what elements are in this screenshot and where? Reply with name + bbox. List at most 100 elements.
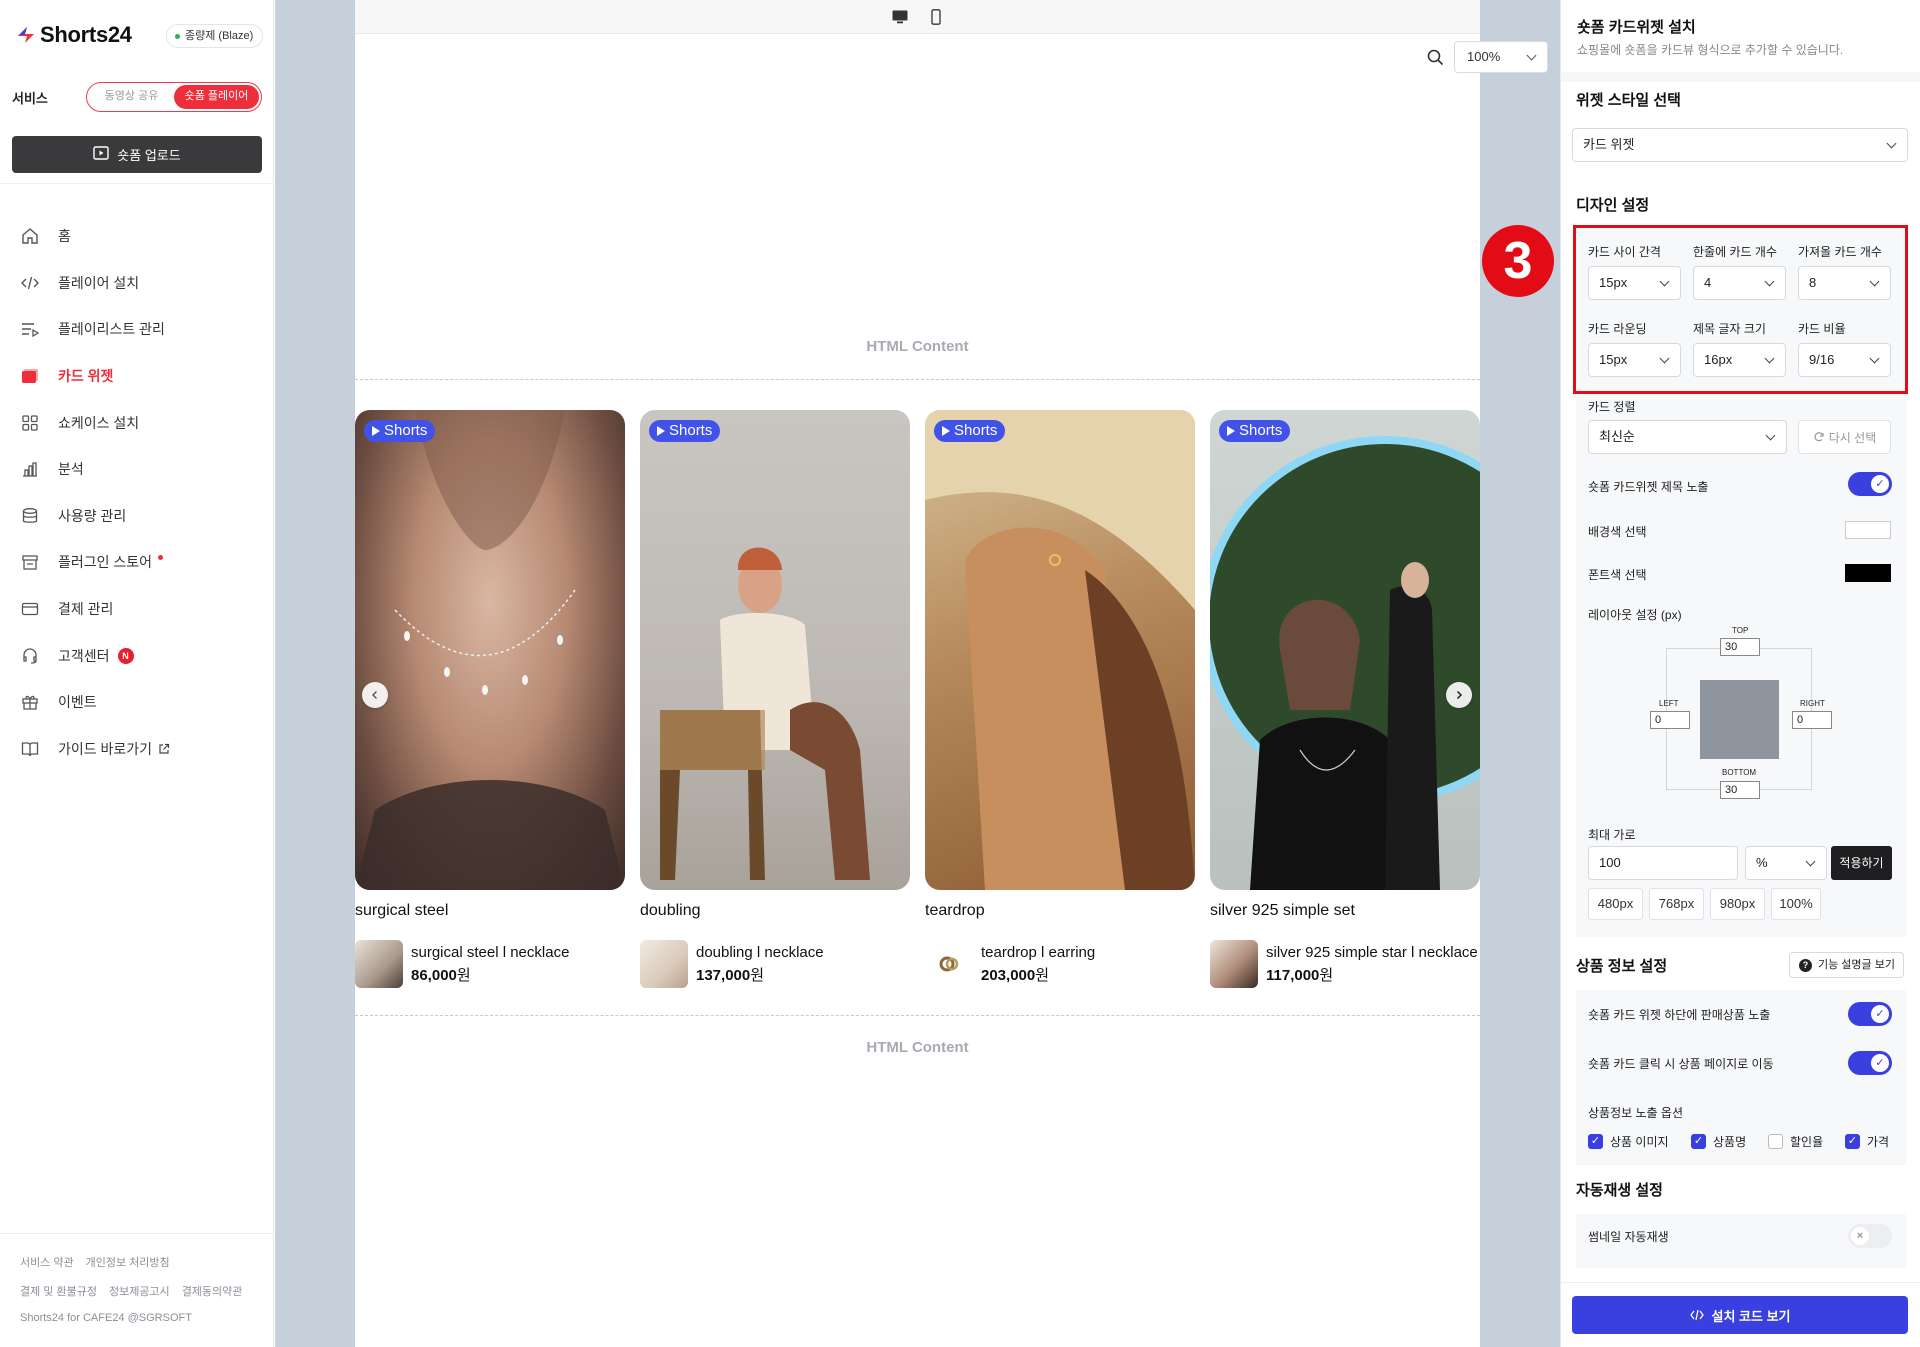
nav-item-usage[interactable]: 사용량 관리	[0, 493, 274, 540]
layout-right-label: RIGHT	[1800, 699, 1825, 708]
product-info-heading: 상품 정보 설정	[1576, 958, 1668, 975]
layout-bottom-input[interactable]: 30	[1720, 781, 1760, 799]
reset-sort-button[interactable]: 다시 선택	[1798, 420, 1891, 454]
carousel-prev-button[interactable]	[362, 682, 388, 708]
product-name: doubling l necklace	[696, 943, 824, 961]
footer-link-terms[interactable]: 서비스 약관	[20, 1254, 74, 1270]
store-icon	[20, 552, 40, 572]
service-label: 서비스	[12, 90, 48, 106]
price-currency: 원	[1319, 966, 1334, 984]
nav-item-home[interactable]: 홈	[0, 213, 274, 260]
card-title: surgical steel	[355, 902, 449, 919]
carousel-next-button[interactable]	[1446, 682, 1472, 708]
card-sort-select[interactable]: 최신순	[1588, 420, 1787, 454]
link-product-toggle[interactable]	[1848, 1051, 1892, 1075]
shorts-card[interactable]: Shorts doubling doubling l necklace 137,…	[640, 410, 910, 988]
card-product[interactable]: doubling l necklace 137,000원	[640, 940, 910, 988]
option-price[interactable]: ✓ 가격	[1845, 1133, 1889, 1150]
price-amount: 86,000	[411, 966, 457, 984]
layout-right-input[interactable]: 0	[1792, 711, 1832, 729]
shorts-card[interactable]: Shorts silver 925 simple set silver 925 …	[1210, 410, 1480, 988]
max-width-input[interactable]: 100	[1588, 846, 1738, 880]
product-price: 117,000원	[1266, 964, 1478, 985]
card-product[interactable]: surgical steel l necklace 86,000원	[355, 940, 625, 988]
shorts-card[interactable]: Shorts surgical steel surgical steel l n…	[355, 410, 625, 988]
max-width-unit-select[interactable]: %	[1745, 846, 1827, 880]
card-thumbnail[interactable]: Shorts	[640, 410, 910, 890]
book-icon	[20, 739, 40, 759]
headset-icon	[20, 646, 40, 666]
upload-shortform-button[interactable]: 숏폼 업로드	[12, 136, 262, 173]
nav-item-card-widget[interactable]: 카드 위젯	[0, 353, 274, 400]
price-currency: 원	[1035, 966, 1050, 984]
nav-item-showcase[interactable]: 쇼케이스 설치	[0, 399, 274, 446]
widget-style-select[interactable]: 카드 위젯	[1572, 128, 1908, 162]
layout-left-input[interactable]: 0	[1650, 711, 1690, 729]
zoom-controls: 100%	[1427, 41, 1548, 73]
option-product-image[interactable]: ✓ 상품 이미지	[1588, 1133, 1669, 1150]
footer-link-refund[interactable]: 결제 및 환불규정	[20, 1283, 97, 1299]
view-install-code-button[interactable]: 설치 코드 보기	[1572, 1296, 1908, 1334]
upload-button-label: 숏폼 업로드	[117, 148, 181, 163]
divider	[1560, 1282, 1920, 1283]
card-product[interactable]: teardrop l earring 203,000원	[925, 940, 1195, 988]
card-thumbnail[interactable]: Shorts	[1210, 410, 1480, 890]
apply-button[interactable]: 적용하기	[1831, 846, 1892, 880]
footer-link-payment-terms[interactable]: 결제동의약관	[182, 1283, 243, 1299]
nav-item-playlist[interactable]: 플레이리스트 관리	[0, 306, 274, 353]
card-thumbnail[interactable]: Shorts	[355, 410, 625, 890]
shorts-card[interactable]: Shorts teardrop teardrop l earring 203,0…	[925, 410, 1195, 988]
nav-item-billing[interactable]: 결제 관리	[0, 586, 274, 633]
layout-top-input[interactable]: 30	[1720, 638, 1760, 656]
widget-style-heading: 위젯 스타일 선택	[1576, 92, 1681, 109]
search-icon[interactable]	[1427, 49, 1444, 66]
preset-100-percent[interactable]: 100%	[1771, 888, 1821, 920]
nav-item-guide[interactable]: 가이드 바로가기	[0, 726, 274, 773]
font-color-swatch[interactable]	[1845, 564, 1891, 582]
card-thumbnail[interactable]: Shorts	[925, 410, 1195, 890]
card-product[interactable]: silver 925 simple star l necklace 117,00…	[1210, 940, 1480, 988]
option-product-name[interactable]: ✓ 상품명	[1691, 1133, 1746, 1150]
panel-subtitle: 쇼핑몰에 숏폼을 카드뷰 형식으로 추가할 수 있습니다.	[1577, 43, 1844, 57]
reset-sort-label: 다시 선택	[1828, 430, 1877, 445]
service-option-video-share[interactable]: 동영상 공유	[89, 85, 174, 109]
nav-item-support[interactable]: 고객센터 N	[0, 632, 274, 679]
desktop-icon[interactable]	[891, 8, 909, 26]
mobile-icon[interactable]	[927, 8, 945, 26]
layout-settings-label: 레이아웃 설정 (px)	[1588, 608, 1682, 622]
shorts-tag: Shorts	[364, 420, 436, 442]
layout-left-label: LEFT	[1659, 699, 1679, 708]
footer-link-info[interactable]: 정보제공고시	[109, 1283, 170, 1299]
show-products-label: 숏폼 카드 위젯 하단에 판매상품 노출	[1588, 1008, 1771, 1022]
service-option-shortform-player[interactable]: 숏폼 플레이어	[174, 85, 259, 109]
video-upload-icon	[93, 146, 109, 163]
option-discount-rate[interactable]: 할인율	[1768, 1133, 1823, 1150]
preset-480[interactable]: 480px	[1588, 888, 1643, 920]
show-products-toggle[interactable]	[1848, 1002, 1892, 1026]
nav-item-analytics[interactable]: 분석	[0, 446, 274, 493]
logo[interactable]: Shorts24	[16, 22, 132, 48]
nav-item-player-install[interactable]: 플레이어 설치	[0, 260, 274, 307]
option-label: 가격	[1867, 1135, 1890, 1149]
preset-980[interactable]: 980px	[1710, 888, 1765, 920]
card-widget-icon	[20, 366, 40, 386]
zoom-select[interactable]: 100%	[1454, 41, 1548, 73]
nav-item-events[interactable]: 이벤트	[0, 679, 274, 726]
thumbnail-autoplay-toggle[interactable]	[1848, 1224, 1892, 1248]
layout-bottom-label: BOTTOM	[1722, 768, 1757, 777]
playlist-icon	[20, 319, 40, 339]
nav-label: 사용량 관리	[58, 507, 127, 524]
footer-link-privacy[interactable]: 개인정보 처리방침	[86, 1254, 170, 1270]
product-thumbnail	[1210, 940, 1258, 988]
price-amount: 137,000	[696, 966, 751, 984]
gift-icon	[20, 692, 40, 712]
bg-color-swatch[interactable]	[1845, 521, 1891, 539]
nav-label: 쇼케이스 설치	[58, 414, 140, 431]
refresh-icon	[1813, 431, 1825, 443]
title-visible-toggle[interactable]	[1848, 472, 1892, 496]
external-link-icon	[158, 743, 170, 755]
preset-768[interactable]: 768px	[1649, 888, 1704, 920]
max-width-label: 최대 가로	[1588, 828, 1636, 842]
feature-help-button[interactable]: 기능 설명글 보기	[1789, 952, 1904, 978]
nav-item-plugin-store[interactable]: 플러그인 스토어	[0, 539, 274, 586]
